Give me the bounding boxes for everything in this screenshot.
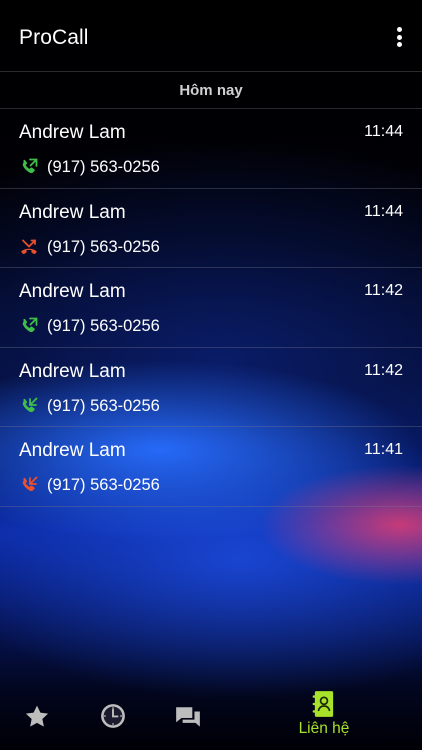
app-title: ProCall [19,26,89,49]
nav-recents-tab[interactable] [100,703,126,750]
phone-number: (917) 563-0256 [47,317,160,336]
outgoing-call-icon [22,158,38,174]
call-log-row[interactable]: Andrew Lam 11:42 (917) 563-0256 [0,348,422,428]
call-log-row[interactable]: Andrew Lam 11:42 (917) 563-0256 [0,268,422,348]
contact-name: Andrew Lam [19,281,126,303]
contact-name: Andrew Lam [19,360,126,382]
contact-name: Andrew Lam [19,122,126,143]
more-options-icon[interactable] [390,24,408,50]
call-time: 11:44 [364,123,403,140]
phone-number: (917) 563-0256 [47,396,160,415]
phone-number: (917) 563-0256 [47,237,160,256]
call-time: 11:41 [364,441,403,459]
star-icon [25,705,49,727]
section-header-label: Hôm nay [179,82,243,99]
outgoing-call-icon [22,317,38,333]
nav-contacts-tab[interactable]: Liên hệ [292,690,356,750]
call-log-row[interactable]: Andrew Lam 11:44 (917) 563-0256 [0,189,422,269]
bottom-navigation: Liên hệ [0,688,422,750]
phone-number: (917) 563-0256 [47,158,160,176]
call-log-row[interactable]: Andrew Lam 11:41 (917) 563-0256 [0,427,422,507]
call-time: 11:42 [364,282,403,300]
nav-favorites-tab[interactable] [22,703,52,750]
phone-number: (917) 563-0256 [47,476,160,495]
call-log-list: Andrew Lam 11:44 (917) 563-0256 Andrew L… [0,109,422,507]
nav-messages-tab[interactable] [174,705,202,750]
incoming-missed-call-icon [22,476,38,492]
clock-icon [101,704,125,728]
app-bar: ProCall [0,0,422,72]
nav-contacts-label: Liên hệ [298,720,350,737]
contacts-book-icon [312,691,334,717]
chat-icon [176,707,200,727]
incoming-call-icon [22,397,38,412]
procall-app: ProCall Hôm nay Andrew Lam 11:44 (917) 5… [0,0,422,750]
missed-call-icon [21,239,37,254]
contact-name: Andrew Lam [19,201,126,223]
contact-name: Andrew Lam [19,440,126,462]
call-log-row[interactable]: Andrew Lam 11:44 (917) 563-0256 [0,109,422,189]
section-header-today: Hôm nay [0,73,422,109]
call-time: 11:42 [364,361,403,379]
call-time: 11:44 [364,202,403,220]
